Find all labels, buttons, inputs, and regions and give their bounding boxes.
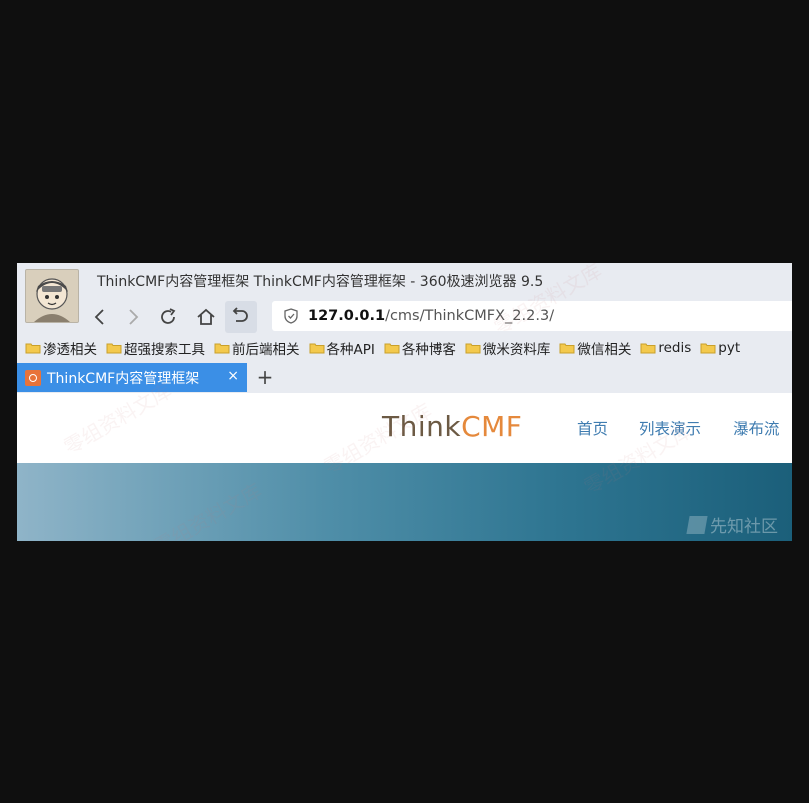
site-logo[interactable]: ThinkCMF <box>382 410 522 443</box>
reload-button[interactable] <box>152 301 184 333</box>
bookmark-label: 微米资料库 <box>482 342 551 358</box>
url-host: 127.0.0.1 <box>308 308 386 324</box>
bookmark-folder[interactable]: redis <box>640 340 691 356</box>
folder-icon <box>700 343 716 354</box>
nav-list-demo[interactable]: 列表演示 <box>639 417 701 439</box>
bookmark-folder[interactable]: 各种API <box>309 338 375 358</box>
bookmark-label: redis <box>658 340 692 356</box>
address-bar[interactable]: 127.0.0.1/cms/ThinkCMFX_2.2.3/ <box>272 301 792 331</box>
window-title: ThinkCMF内容管理框架 ThinkCMF内容管理框架 - 360极速浏览器… <box>97 274 544 290</box>
url-path: /cms/ThinkCMFX_2.2.3/ <box>385 308 555 324</box>
nav-home[interactable]: 首页 <box>577 417 608 439</box>
home-icon <box>197 308 215 325</box>
nav-waterfall[interactable]: 瀑布流 <box>733 417 780 439</box>
watermark-text: 先知社区 <box>710 517 778 537</box>
bookmark-label: 超强搜索工具 <box>124 342 205 358</box>
chevron-left-icon <box>94 309 104 325</box>
bookmark-label: 各种博客 <box>401 342 456 358</box>
back-button[interactable] <box>84 301 116 333</box>
folder-icon <box>214 343 230 354</box>
folder-icon <box>384 343 400 354</box>
new-tab-button[interactable]: + <box>255 365 275 389</box>
tab-title: ThinkCMF内容管理框架 <box>47 370 200 387</box>
home-button[interactable] <box>190 301 222 333</box>
site-watermark: 先知社区 <box>686 512 778 537</box>
bookmark-folder[interactable]: 微信相关 <box>559 338 631 358</box>
undo-icon <box>232 307 248 322</box>
bookmark-folder[interactable]: 渗透相关 <box>25 338 97 358</box>
undo-close-tab-button[interactable] <box>225 301 257 333</box>
bookmark-folder[interactable]: pyt <box>700 340 740 356</box>
tab-strip: ThinkCMF内容管理框架 × + <box>17 363 792 392</box>
tab-thinkcmf[interactable]: ThinkCMF内容管理框架 × <box>17 363 247 392</box>
site-header: ThinkCMF 首页 列表演示 瀑布流 <box>17 393 792 464</box>
bookmark-folder[interactable]: 超强搜索工具 <box>106 338 205 358</box>
xianzhi-logo-icon <box>686 515 708 534</box>
folder-icon <box>309 343 324 354</box>
hero-banner: 先知社区 <box>17 463 792 541</box>
folder-icon <box>640 343 656 354</box>
bookmark-folder[interactable]: 前后端相关 <box>214 338 300 358</box>
user-avatar[interactable] <box>25 269 79 323</box>
folder-icon <box>25 343 41 354</box>
bookmark-label: 微信相关 <box>577 342 632 358</box>
shield-icon <box>284 308 298 324</box>
bookmark-label: pyt <box>718 340 741 356</box>
close-tab-icon[interactable]: × <box>227 368 239 384</box>
folder-icon <box>559 343 575 354</box>
site-favicon-icon <box>25 369 41 386</box>
folder-icon <box>465 343 481 354</box>
bookmark-folder[interactable]: 各种博客 <box>384 338 456 358</box>
logo-think: Think <box>382 410 462 443</box>
forward-button[interactable] <box>117 301 149 333</box>
reload-icon <box>161 308 176 324</box>
bookmarks-bar: 渗透相关 超强搜索工具 前后端相关 各种API 各种博客 微米资料库 微信相关 … <box>17 336 792 360</box>
chevron-right-icon <box>129 309 139 325</box>
bookmark-label: 前后端相关 <box>232 342 300 358</box>
bookmark-folder[interactable]: 微米资料库 <box>465 338 551 358</box>
folder-icon <box>106 343 122 354</box>
bookmark-label: 各种API <box>326 342 375 358</box>
web-page: ThinkCMF 首页 列表演示 瀑布流 先知社区 <box>17 393 792 541</box>
logo-cmf: CMF <box>461 410 523 443</box>
bookmark-label: 渗透相关 <box>43 342 97 358</box>
browser-window: ThinkCMF内容管理框架 ThinkCMF内容管理框架 - 360极速浏览器… <box>17 263 792 541</box>
